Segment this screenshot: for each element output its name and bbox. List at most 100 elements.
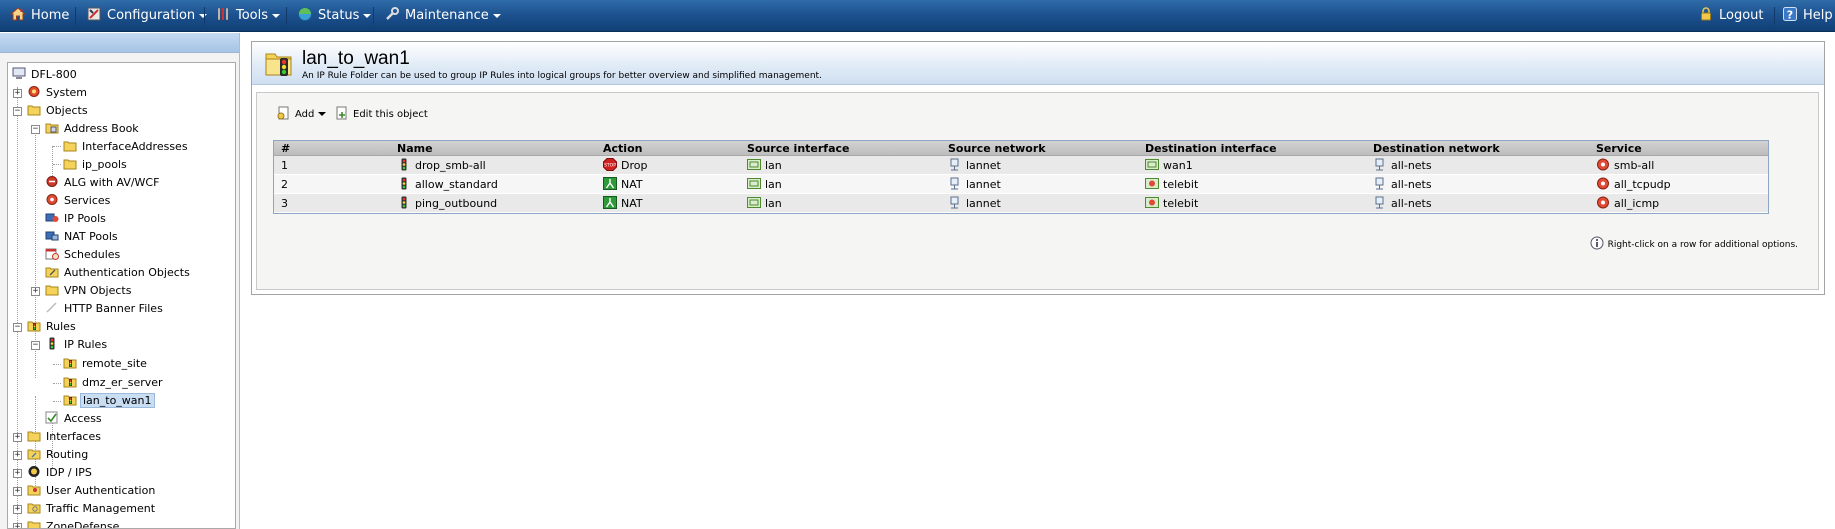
help-button[interactable]: ? Help: [1782, 0, 1833, 32]
configuration-menu[interactable]: Configuration: [86, 0, 208, 32]
rules-table: # Name Action Source interface Source ne…: [273, 140, 1769, 214]
column-header-source-network[interactable]: Source network: [948, 141, 1046, 156]
tree-item-idp-ips[interactable]: IDP / IPS: [27, 464, 94, 482]
tree-item-address-book[interactable]: Address Book: [45, 120, 141, 138]
tree-item-dfl-800[interactable]: DFL-800: [12, 66, 79, 84]
action-cell: STOP Drop: [603, 156, 647, 175]
destination-interface: wan1: [1163, 159, 1193, 172]
tree-expand-routing[interactable]: +: [13, 451, 22, 460]
help-icon: ?: [1783, 7, 1797, 22]
tree-collapse-objects[interactable]: −: [13, 107, 22, 116]
lock-icon: [1701, 7, 1711, 21]
source-network-cell: lannet: [948, 175, 1001, 194]
network-object-icon: [1375, 177, 1384, 190]
tree-connector: [53, 364, 61, 365]
tools-menu[interactable]: Tools: [215, 0, 281, 32]
tree-item-nat-pools[interactable]: NAT Pools: [45, 228, 120, 246]
tree-item-zone-defense[interactable]: ZoneDefense: [27, 518, 121, 528]
column-header-number[interactable]: #: [281, 141, 290, 156]
tree-expand-traffic-management[interactable]: +: [13, 505, 22, 514]
tree-item-interface-addresses[interactable]: InterfaceAddresses: [63, 138, 190, 156]
chevron-down-icon: [318, 112, 327, 116]
tree-item-services[interactable]: Services: [45, 192, 112, 210]
traffic-management-icon: [27, 503, 41, 514]
tree-connector: [53, 164, 61, 165]
service-cell: all_tcpudp: [1596, 175, 1671, 194]
pppoe-interface-icon: [1145, 178, 1159, 189]
tree-item-dmz-er-server[interactable]: dmz_er_server: [63, 374, 165, 392]
column-header-destination-network[interactable]: Destination network: [1373, 141, 1500, 156]
tree-item-authentication-objects[interactable]: Authentication Objects: [45, 264, 192, 282]
tree-expand-user-authentication[interactable]: +: [13, 487, 22, 496]
table-row[interactable]: 1 drop_smb-all STOP Drop lan lannet wan1 …: [274, 156, 1768, 175]
maintenance-label: Maintenance: [405, 8, 489, 23]
edit-object-button[interactable]: Edit this object: [335, 106, 428, 123]
tree-expand-idp-ips[interactable]: +: [13, 469, 22, 478]
tree-item-lan-to-wan1[interactable]: lan_to_wan1: [63, 392, 155, 410]
stop-icon: STOP: [603, 158, 617, 171]
action-value: Drop: [621, 159, 648, 172]
table-row[interactable]: 3 ping_outbound NAT lan lannet telebit a…: [274, 194, 1768, 213]
rule-name: drop_smb-all: [415, 159, 486, 172]
tree-item-routing[interactable]: Routing: [27, 446, 90, 464]
tree-expand-system[interactable]: +: [13, 89, 22, 98]
add-button[interactable]: Add: [277, 106, 327, 123]
tree-collapse-ip-rules[interactable]: −: [31, 341, 40, 350]
rule-name-cell: allow_standard: [397, 175, 498, 194]
column-header-source-interface[interactable]: Source interface: [747, 141, 849, 156]
rule-folder-icon: [63, 377, 77, 388]
tree-item-objects[interactable]: Objects: [27, 102, 90, 120]
column-header-service[interactable]: Service: [1596, 141, 1642, 156]
tree-item-http-banner-files[interactable]: HTTP Banner Files: [45, 300, 165, 318]
tree-item-rules[interactable]: Rules: [27, 318, 78, 336]
table-header-row: # Name Action Source interface Source ne…: [274, 141, 1768, 156]
top-menu-bar: Home Configuration Tools Status Maintena…: [0, 0, 1835, 32]
tree-item-ip-rules[interactable]: IP Rules: [45, 336, 109, 354]
maintenance-menu[interactable]: Maintenance: [384, 0, 501, 32]
alg-icon: [46, 176, 58, 187]
column-header-destination-interface[interactable]: Destination interface: [1145, 141, 1277, 156]
tree-expand-zone-defense[interactable]: +: [13, 523, 22, 528]
action-cell: NAT: [603, 194, 643, 213]
status-menu[interactable]: Status: [297, 0, 372, 32]
content-header: lan_to_wan1 An IP Rule Folder can be use…: [252, 42, 1824, 85]
tree-item-schedules[interactable]: Schedules: [45, 246, 122, 264]
tree-item-access[interactable]: Access: [45, 410, 104, 428]
tree-item-traffic-management[interactable]: Traffic Management: [27, 500, 157, 518]
logout-button[interactable]: Logout: [1698, 0, 1764, 32]
chevron-down-icon: [492, 14, 501, 18]
tree-item-ip-pools[interactable]: IP Pools: [45, 210, 108, 228]
traffic-light-icon: [401, 177, 407, 190]
logout-label: Logout: [1719, 8, 1764, 23]
action-value: NAT: [621, 197, 643, 210]
tree-collapse-address-book[interactable]: −: [31, 125, 40, 134]
rule-name: ping_outbound: [415, 197, 498, 210]
traffic-light-icon: [49, 337, 55, 350]
column-header-action[interactable]: Action: [603, 141, 642, 156]
navigation-tree: DFL-800 + System − Objects − Address Boo…: [7, 62, 236, 529]
tree-item-user-authentication[interactable]: User Authentication: [27, 482, 157, 500]
idp-icon: [28, 466, 40, 477]
device-icon: [12, 67, 26, 79]
tree-item-alg[interactable]: ALG with AV/WCF: [45, 174, 161, 192]
action-value: NAT: [621, 178, 643, 191]
rule-folder-icon: [265, 53, 292, 76]
column-header-name[interactable]: Name: [397, 141, 433, 156]
tree-collapse-rules[interactable]: −: [13, 323, 22, 332]
tree-expand-interfaces[interactable]: +: [13, 433, 22, 442]
source-interface: lan: [765, 159, 782, 172]
tree-item-system[interactable]: System: [27, 84, 89, 102]
table-row[interactable]: 2 allow_standard NAT lan lannet telebit …: [274, 175, 1768, 194]
tree-item-ip-pools-folder[interactable]: ip_pools: [63, 156, 129, 174]
source-interface: lan: [765, 178, 782, 191]
tree-item-vpn-objects[interactable]: VPN Objects: [45, 282, 133, 300]
tree-expand-vpn-objects[interactable]: +: [31, 287, 40, 296]
tree-item-remote-site[interactable]: remote_site: [63, 355, 149, 373]
home-menu[interactable]: Home: [10, 0, 69, 32]
services-icon: [46, 194, 58, 205]
pppoe-interface-icon: [1145, 197, 1159, 208]
ethernet-interface-icon: [747, 197, 761, 208]
tree-item-interfaces[interactable]: Interfaces: [27, 428, 103, 446]
nat-icon: [603, 196, 617, 209]
page-title: lan_to_wan1: [302, 48, 410, 69]
